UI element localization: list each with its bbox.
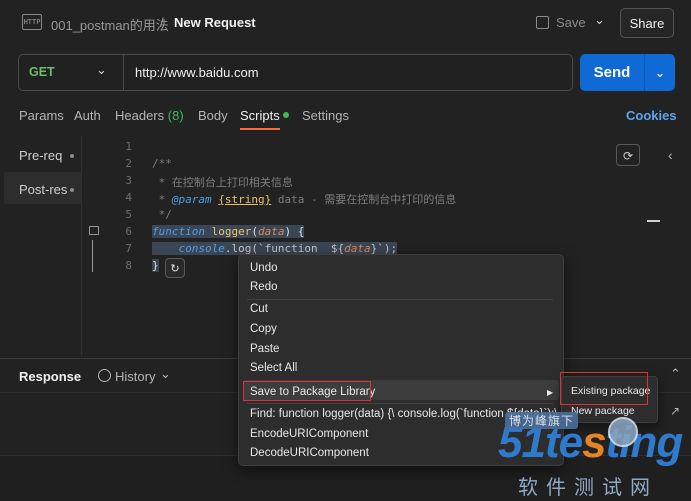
- scripts-indicator-dot: [283, 112, 289, 118]
- history-icon: [98, 369, 111, 382]
- code-line[interactable]: /**: [152, 157, 172, 170]
- line-number: 8: [125, 259, 132, 272]
- headers-count-badge: (8): [167, 108, 184, 123]
- menu-item-encode-uri[interactable]: EncodeURIComponent: [250, 428, 368, 440]
- watermark-site-name: 软件测试网: [518, 477, 658, 499]
- chevron-up-icon[interactable]: ⌃: [670, 366, 681, 382]
- menu-separator: [247, 299, 553, 300]
- send-button[interactable]: Send: [580, 54, 644, 91]
- request-title[interactable]: New Request: [174, 15, 256, 30]
- watermark-emblem: [608, 417, 638, 447]
- breadcrumb-collection[interactable]: 001_postman的用法: [51, 15, 169, 34]
- chevron-down-icon[interactable]: ⌄: [594, 12, 605, 28]
- script-snippet-icon[interactable]: ⟳: [616, 144, 640, 166]
- comment-icon[interactable]: [89, 226, 99, 235]
- function-name: logger: [204, 225, 252, 238]
- breadcrumb-separator: /: [160, 15, 164, 30]
- status-dot: [70, 154, 74, 158]
- response-title: Response: [19, 369, 82, 384]
- code-line[interactable]: */: [152, 208, 172, 221]
- menu-separator: [247, 403, 553, 404]
- tab-scripts[interactable]: Scripts: [240, 108, 280, 123]
- send-options-chevron-icon[interactable]: ⌄: [645, 54, 675, 91]
- menu-item-cut[interactable]: Cut: [250, 303, 268, 315]
- line-number: 6: [125, 225, 132, 238]
- code-line[interactable]: * 在控制台上打印相关信息: [152, 174, 293, 190]
- url-input[interactable]: http://www.baidu.com: [135, 65, 259, 80]
- active-tab-underline: [240, 128, 280, 130]
- menu-item-select-all[interactable]: Select All: [250, 362, 297, 374]
- code-line[interactable]: * @param {string} data - 需要在控制台中打印的信息: [152, 191, 457, 207]
- tab-headers[interactable]: Headers (8): [115, 108, 184, 123]
- line-number: 7: [125, 242, 132, 255]
- line-number: 2: [125, 157, 132, 170]
- fold-guide: [92, 240, 93, 272]
- tab-auth[interactable]: Auth: [74, 108, 101, 123]
- submenu-arrow-icon: ▶: [547, 388, 554, 397]
- code-line[interactable]: function logger(data) {: [152, 225, 305, 238]
- code-line[interactable]: }: [152, 259, 159, 272]
- divider: [123, 55, 124, 90]
- param-name: data: [257, 225, 285, 238]
- code-punct: (: [251, 225, 258, 238]
- code-punct: ) {: [284, 225, 305, 238]
- status-dot: [70, 188, 74, 192]
- menu-item-paste[interactable]: Paste: [250, 343, 279, 355]
- jsdoc-tag: @param: [171, 193, 212, 206]
- annotation-highlight-box: [560, 372, 648, 405]
- line-number: 4: [125, 191, 132, 204]
- submenu-item-new-package[interactable]: New package: [571, 405, 635, 417]
- chevron-down-icon[interactable]: ⌄: [160, 366, 171, 382]
- save-icon: [536, 16, 549, 29]
- tab-body[interactable]: Body: [198, 108, 228, 123]
- menu-item-redo[interactable]: Redo: [250, 281, 278, 293]
- share-button[interactable]: Share: [620, 8, 674, 38]
- sidebar-item-post-response[interactable]: Post-res: [19, 182, 67, 197]
- annotation-highlight-box: [243, 381, 371, 401]
- line-number: 3: [125, 174, 132, 187]
- history-button[interactable]: History: [115, 369, 155, 384]
- divider: [81, 136, 82, 356]
- sidebar-item-pre-request[interactable]: Pre-req: [19, 148, 62, 163]
- cookies-link[interactable]: Cookies: [626, 108, 677, 123]
- minimap-marker: [647, 220, 660, 222]
- save-button[interactable]: Save: [556, 15, 586, 30]
- close-brace: }: [152, 259, 159, 272]
- tab-params[interactable]: Params: [19, 108, 64, 123]
- jsdoc-description: data - 需要在控制台中打印的信息: [271, 193, 457, 206]
- line-number: 5: [125, 208, 132, 221]
- menu-item-undo[interactable]: Undo: [250, 262, 278, 274]
- http-request-icon: HTTP: [22, 14, 42, 30]
- open-external-icon[interactable]: ↗: [670, 404, 680, 418]
- tab-headers-label: Headers: [115, 108, 165, 123]
- keyword-function: function: [152, 225, 205, 238]
- method-select[interactable]: GET: [29, 65, 55, 79]
- console-object: console: [178, 242, 225, 255]
- tab-settings[interactable]: Settings: [302, 108, 349, 123]
- jsdoc-type: {string}: [218, 193, 272, 206]
- watermark-tagline: 博为峰旗下: [505, 412, 579, 429]
- line-number: 1: [125, 140, 132, 153]
- menu-item-copy[interactable]: Copy: [250, 323, 277, 335]
- menu-item-decode-uri[interactable]: DecodeURIComponent: [250, 447, 369, 459]
- chevron-left-icon[interactable]: ‹: [668, 147, 673, 163]
- watermark-logo-part: s: [582, 418, 607, 467]
- ai-assist-icon[interactable]: ↻: [165, 258, 185, 278]
- chevron-down-icon[interactable]: ⌄: [96, 62, 107, 78]
